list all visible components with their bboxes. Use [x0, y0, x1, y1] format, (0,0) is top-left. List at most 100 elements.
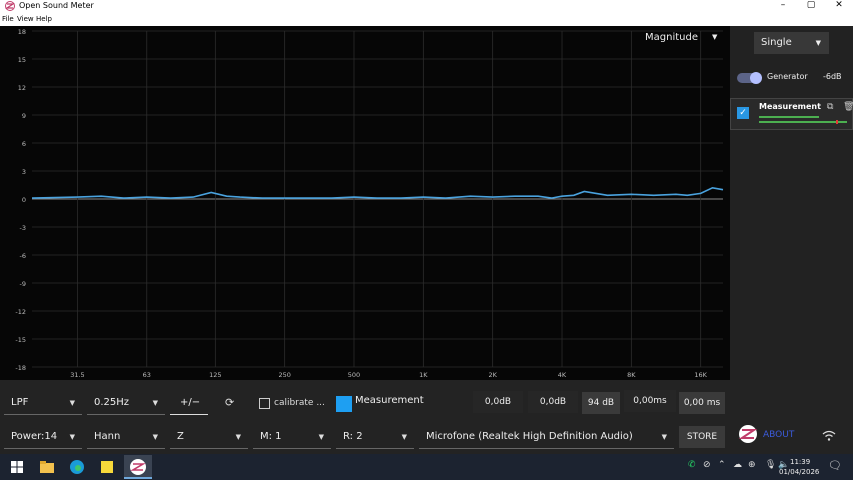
sticky-notes-icon[interactable]	[98, 458, 116, 476]
value-5: 0,00 ms	[683, 398, 721, 408]
chevron-down-icon: ▼	[152, 433, 158, 441]
title-bar: Open Sound Meter – ▢ ✕	[0, 0, 853, 12]
window-value: Hann	[94, 431, 121, 442]
minimize-button[interactable]: –	[769, 0, 797, 12]
level-meter-1	[759, 116, 819, 118]
filter-select[interactable]: LPF ▼	[4, 391, 82, 415]
weighting-select[interactable]: Z ▼	[170, 425, 248, 449]
menu-view[interactable]: View	[17, 15, 34, 23]
windows-start-icon[interactable]	[8, 458, 26, 476]
app-logo-icon	[738, 425, 758, 443]
chevron-down-icon: ▼	[69, 433, 75, 441]
chevron-down-icon: ▼	[318, 433, 324, 441]
value-1: 0,0dB	[484, 397, 512, 407]
plot-mode-select[interactable]: Magnitude ▼	[645, 32, 717, 43]
y-tick-label: 12	[18, 84, 26, 92]
time-field[interactable]: 0,00ms	[624, 390, 676, 412]
value-3: 94 dB	[587, 398, 615, 408]
filter-value: LPF	[11, 397, 29, 408]
y-tick-label: -3	[20, 224, 26, 232]
y-tick-label: 18	[18, 28, 26, 36]
y-tick-label: 15	[18, 56, 26, 64]
calibrate-label: calibrate ...	[274, 398, 325, 408]
right-panel: Single ▼ Generator -6dB ✓ Measurement ⧉ …	[730, 26, 853, 380]
measurement-item[interactable]: ✓ Measurement ⧉ 🗑	[730, 98, 853, 130]
camera-off-icon[interactable]: ⊘	[703, 460, 711, 470]
chevron-up-icon[interactable]: ⌃	[718, 460, 726, 470]
whatsapp-icon[interactable]: ✆	[688, 460, 696, 470]
menu-bar: File View Help	[0, 12, 853, 26]
y-tick-label: 9	[22, 112, 26, 120]
gain-field[interactable]: 0,0dB	[528, 391, 578, 413]
y-tick-label: 0	[22, 196, 26, 204]
measurement-select-label[interactable]: Measurement	[355, 390, 424, 412]
generator-toggle[interactable]	[737, 72, 762, 84]
generator-label: Generator	[767, 72, 808, 81]
r-channel-select[interactable]: R: 2 ▼	[336, 425, 414, 449]
menu-file[interactable]: File	[2, 15, 14, 23]
m-channel-select[interactable]: M: 1 ▼	[253, 425, 331, 449]
y-tick-label: 3	[22, 168, 26, 176]
frequency-select[interactable]: 0.25Hz ▼	[87, 391, 165, 415]
clock-date[interactable]: 01/04/2026	[779, 468, 819, 476]
open-sound-meter-icon	[130, 459, 146, 475]
calibrate-checkbox[interactable]	[259, 398, 270, 409]
copy-icon[interactable]: ⧉	[827, 102, 833, 112]
y-tick-label: -18	[15, 364, 26, 372]
menu-help[interactable]: Help	[36, 15, 52, 23]
x-tick-label: 16K	[694, 371, 707, 379]
delay-field[interactable]: 0,0dB	[473, 391, 523, 413]
x-tick-label: 250	[278, 371, 290, 379]
x-tick-label: 125	[209, 371, 221, 379]
m-channel-value: M: 1	[260, 431, 282, 442]
measurement-checkbox[interactable]: ✓	[737, 107, 749, 119]
store-button[interactable]: STORE	[679, 426, 725, 448]
weighting-value: Z	[177, 431, 184, 442]
wifi-icon[interactable]	[822, 430, 836, 442]
window-select[interactable]: Hann ▼	[87, 425, 165, 449]
chevron-down-icon: ▼	[69, 399, 75, 407]
y-tick-label: -9	[20, 280, 26, 288]
microphone-icon[interactable]: 🎙	[765, 460, 776, 470]
mode-select[interactable]: Single ▼	[754, 32, 829, 54]
magnitude-chart: 1815129630-3-6-9-12-15-1831.5 63 125 250 500…	[15, 28, 724, 379]
clock-time[interactable]: 11:39	[790, 458, 810, 466]
plot-area[interactable]: 18 15 12 9 6 3 0 -3 -6 -9 -12 -15 -18 31.5 63 125 250 500…	[0, 26, 730, 380]
chevron-down-icon: ▼	[152, 399, 158, 407]
power-select[interactable]: Power:14 ▼	[4, 425, 82, 449]
network-icon[interactable]: ⊕	[748, 460, 756, 470]
plusminus-button[interactable]: +/−	[170, 391, 208, 415]
chevron-down-icon: ▼	[815, 39, 821, 47]
x-tick-label: 31.5	[70, 371, 84, 379]
refresh-icon[interactable]: ⟳	[225, 392, 234, 414]
mode-select-label: Single	[761, 37, 792, 48]
plot-mode-label: Magnitude	[645, 32, 698, 43]
x-tick-label: 2K	[488, 371, 497, 379]
app-icon	[5, 1, 15, 11]
spl-button[interactable]: 94 dB	[582, 392, 620, 414]
taskbar-active-app[interactable]	[124, 455, 152, 479]
plusminus-label: +/−	[180, 397, 201, 408]
y-tick-label: 6	[22, 140, 26, 148]
measurement-color-swatch[interactable]	[336, 396, 352, 412]
delay-button[interactable]: 0,00 ms	[679, 392, 725, 414]
generator-level: -6dB	[823, 72, 842, 81]
file-explorer-icon[interactable]	[38, 458, 56, 476]
device-select[interactable]: Microfone (Realtek High Definition Audio…	[419, 425, 674, 449]
notification-icon[interactable]: 🗨	[828, 459, 842, 472]
store-label: STORE	[686, 432, 718, 442]
cloud-icon[interactable]: ☁	[733, 460, 742, 470]
x-tick-label: 63	[143, 371, 151, 379]
chevron-down-icon: ▼	[712, 33, 718, 41]
y-tick-label: -12	[15, 308, 26, 316]
value-4: 0,00ms	[633, 396, 667, 406]
about-link[interactable]: ABOUT	[763, 430, 794, 440]
series-line-measurement	[31, 186, 724, 199]
edge-browser-icon[interactable]	[68, 458, 86, 476]
trash-icon[interactable]: 🗑	[843, 102, 853, 112]
maximize-button[interactable]: ▢	[797, 0, 825, 12]
close-button[interactable]: ✕	[825, 0, 853, 12]
power-value: Power:14	[11, 431, 58, 442]
window-title: Open Sound Meter	[19, 1, 94, 10]
x-tick-label: 500	[348, 371, 360, 379]
